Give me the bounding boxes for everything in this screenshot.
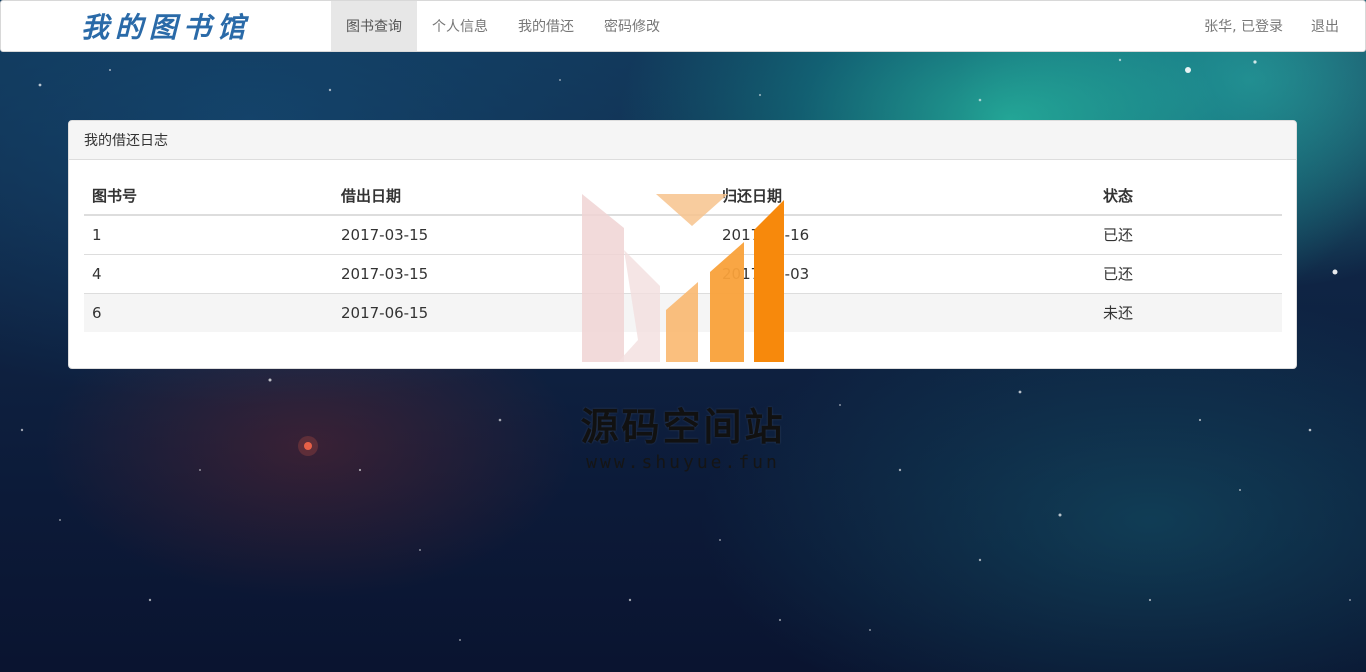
watermark-title: 源码空间站 — [580, 405, 786, 449]
watermark-url: www.shuyue.fun — [586, 452, 780, 473]
top-navbar: 我的图书馆 图书查询 个人信息 我的借还 密码修改 张华, 已登录 退出 — [0, 0, 1366, 52]
logout-link[interactable]: 退出 — [1297, 1, 1353, 51]
nav-menu: 图书查询 个人信息 我的借还 密码修改 — [331, 1, 675, 51]
nav-item-book-search[interactable]: 图书查询 — [331, 1, 417, 51]
column-header-book-id: 图书号 — [84, 176, 333, 216]
brand-logo[interactable]: 我的图书馆 — [1, 1, 331, 51]
cell-status: 已还 — [1095, 253, 1282, 293]
nav-item-personal-info[interactable]: 个人信息 — [417, 1, 503, 51]
cell-book-id: 6 — [84, 292, 333, 332]
column-header-status: 状态 — [1095, 176, 1282, 216]
nav-user-area: 张华, 已登录 退出 — [1190, 1, 1365, 51]
panel-title: 我的借还日志 — [69, 121, 1296, 160]
cell-status: 未还 — [1095, 292, 1282, 332]
nav-item-change-password[interactable]: 密码修改 — [589, 1, 675, 51]
nav-item-my-borrowing[interactable]: 我的借还 — [503, 1, 589, 51]
user-status[interactable]: 张华, 已登录 — [1190, 1, 1297, 51]
cell-book-id: 4 — [84, 253, 333, 293]
cell-book-id: 1 — [84, 214, 333, 254]
watermark-logo-icon — [582, 194, 784, 362]
cell-status: 已还 — [1095, 214, 1282, 254]
